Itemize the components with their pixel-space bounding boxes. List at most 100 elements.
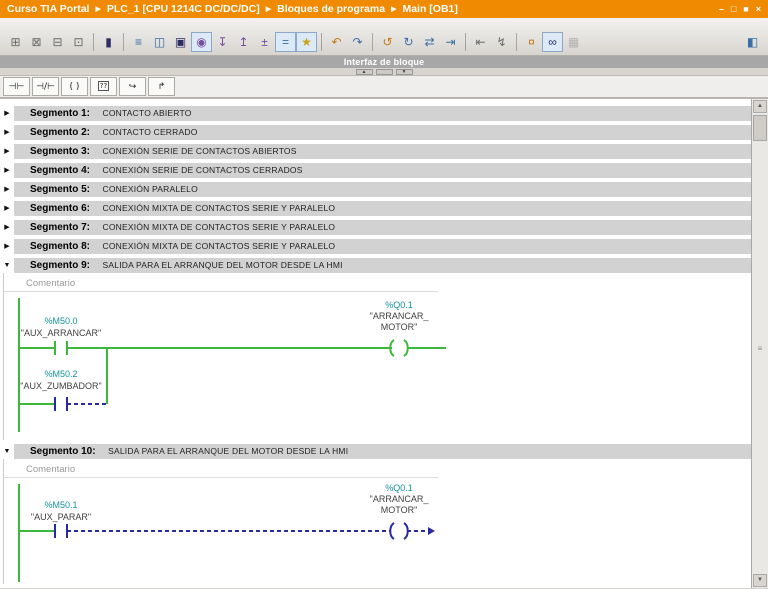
minimize-icon[interactable]: – <box>719 4 724 14</box>
symbol-information-toggle-icon[interactable]: = <box>275 32 296 52</box>
delete-network-icon[interactable]: ⊠ <box>26 32 47 52</box>
collapse-triangle-icon[interactable]: ▼ <box>0 444 14 459</box>
segment-title[interactable]: CONEXIÓN PARALELO <box>103 184 198 194</box>
consistency-check-icon[interactable]: ⇥ <box>440 32 461 52</box>
scrollbar-grip[interactable]: ≡ <box>752 345 768 353</box>
coil-paren[interactable] <box>389 339 395 357</box>
no-contact-icon[interactable]: ⊣⊢ <box>3 77 30 96</box>
segment-header-4[interactable]: Segmento 4: CONEXIÓN SERIE DE CONTACTOS … <box>14 163 751 178</box>
go-to-definition-icon[interactable]: ⇤ <box>470 32 491 52</box>
segment-title[interactable]: CONTACTO ABIERTO <box>103 108 192 118</box>
favorites-bar: ⊣⊢ ⊣/⊢ ( ) ?? ↪ ↱ <box>0 76 768 99</box>
operand-address[interactable]: %M50.1 <box>44 500 77 510</box>
segment-title[interactable]: SALIDA PARA EL ARRANQUE DEL MOTOR DESDE … <box>103 260 343 270</box>
expand-triangle-icon[interactable]: ▶ <box>0 182 14 197</box>
expand-ladder-down-icon[interactable]: ↧ <box>212 32 233 52</box>
breadcrumb-project[interactable]: Curso TIA Portal <box>7 3 89 15</box>
operand-tag[interactable]: "ARRANCAR_ <box>370 311 430 321</box>
splitter-down-icon[interactable]: ▼ <box>395 68 413 75</box>
breadcrumb-plc[interactable]: PLC_1 [CPU 1214C DC/DC/DC] <box>107 3 260 15</box>
collapse-ladder-up-icon[interactable]: ↥ <box>233 32 254 52</box>
segment-header-7[interactable]: Segmento 7: CONEXIÓN MIXTA DE CONTACTOS … <box>14 220 751 235</box>
open-all-networks-icon[interactable]: ◫ <box>149 32 170 52</box>
expand-triangle-icon[interactable]: ▶ <box>0 144 14 159</box>
insert-row-icon[interactable]: ⊟ <box>47 32 68 52</box>
close-all-networks-icon[interactable]: ▣ <box>170 32 191 52</box>
block-interface-bar[interactable]: Interfaz de bloque <box>0 56 768 68</box>
segment-title[interactable]: CONEXIÓN MIXTA DE CONTACTOS SERIE Y PARA… <box>103 241 336 251</box>
splitter-grip[interactable] <box>375 68 393 75</box>
segment-header-8[interactable]: Segmento 8: CONEXIÓN MIXTA DE CONTACTOS … <box>14 239 751 254</box>
segment-header-3[interactable]: Segmento 3: CONEXIÓN SERIE DE CONTACTOS … <box>14 144 751 159</box>
segment-title[interactable]: CONTACTO CERRADO <box>103 127 198 137</box>
nc-contact-icon[interactable]: ⊣/⊢ <box>32 77 59 96</box>
go-to-next-error-icon[interactable]: ↻ <box>398 32 419 52</box>
expand-triangle-icon[interactable]: ▶ <box>0 239 14 254</box>
redo-icon[interactable]: ↷ <box>347 32 368 52</box>
go-to-usage-icon[interactable]: ↯ <box>491 32 512 52</box>
operand-address[interactable]: %Q0.1 <box>385 300 413 310</box>
operand-address[interactable]: %M50.2 <box>44 369 77 379</box>
scroll-up-icon[interactable]: ▲ <box>753 100 767 113</box>
open-branch-icon[interactable]: ↪ <box>119 77 146 96</box>
operand-tag[interactable]: "AUX_ZUMBADOR" <box>20 381 101 391</box>
segment-title[interactable]: CONEXIÓN SERIE DE CONTACTOS ABIERTOS <box>103 146 297 156</box>
expand-collapse-operands-icon[interactable]: ± <box>254 32 275 52</box>
expand-triangle-icon[interactable]: ▶ <box>0 220 14 235</box>
expand-triangle-icon[interactable]: ▶ <box>0 163 14 178</box>
network-comment-placeholder[interactable]: Comentario <box>4 273 438 292</box>
expand-triangle-icon[interactable]: ▶ <box>0 125 14 140</box>
restore-icon[interactable]: □ <box>731 4 736 14</box>
breadcrumb-main-ob1[interactable]: Main [OB1] <box>402 3 457 15</box>
segment-title[interactable]: CONEXIÓN MIXTA DE CONTACTOS SERIE Y PARA… <box>103 222 336 232</box>
editor-layout-icon[interactable]: ◧ <box>742 32 763 52</box>
segment-header-1[interactable]: Segmento 1: CONTACTO ABIERTO <box>14 106 751 121</box>
segment-header-9[interactable]: Segmento 9: SALIDA PARA EL ARRANQUE DEL … <box>14 258 751 273</box>
insert-block-call-icon[interactable]: ▮ <box>98 32 119 52</box>
empty-box-icon[interactable]: ?? <box>90 77 117 96</box>
insert-network-icon[interactable]: ⊞ <box>5 32 26 52</box>
breadcrumb-program-blocks[interactable]: Bloques de programa <box>277 3 385 15</box>
search-in-block-icon[interactable]: ¤ <box>521 32 542 52</box>
network-comments-toggle-icon[interactable]: ◉ <box>191 32 212 52</box>
operand-address[interactable]: %Q0.1 <box>385 483 413 493</box>
operand-tag[interactable]: "AUX_ARRANCAR" <box>21 328 101 338</box>
segment-number: Segmento 2: <box>30 127 91 138</box>
segment-header-5[interactable]: Segmento 5: CONEXIÓN PARALELO <box>14 182 751 197</box>
segment-header-10[interactable]: Segmento 10: SALIDA PARA EL ARRANQUE DEL… <box>14 444 751 459</box>
monitoring-toggle-icon[interactable]: ∞ <box>542 32 563 52</box>
operand-tag[interactable]: MOTOR" <box>381 505 418 515</box>
scrollbar-thumb[interactable] <box>753 115 767 141</box>
absolute-operands-icon[interactable]: ≡ <box>128 32 149 52</box>
operand-tag[interactable]: "ARRANCAR_ <box>370 494 430 504</box>
go-to-previous-error-icon[interactable]: ↺ <box>377 32 398 52</box>
collapse-triangle-icon[interactable]: ▼ <box>0 258 14 273</box>
interface-splitter[interactable]: ▲ ▼ <box>0 68 768 76</box>
expand-triangle-icon[interactable]: ▶ <box>0 106 14 121</box>
close-icon[interactable]: × <box>756 4 761 14</box>
operand-address[interactable]: %M50.0 <box>44 316 77 326</box>
scroll-down-icon[interactable]: ▼ <box>753 574 767 587</box>
vertical-scrollbar[interactable]: ▲ ≡ ▼ <box>751 99 768 588</box>
segment-header-2[interactable]: Segmento 2: CONTACTO CERRADO <box>14 125 751 140</box>
segment-row-7: ▶ Segmento 7: CONEXIÓN MIXTA DE CONTACTO… <box>0 220 751 235</box>
insert-column-icon[interactable]: ⊡ <box>68 32 89 52</box>
expand-triangle-icon[interactable]: ▶ <box>0 201 14 216</box>
segment-title[interactable]: SALIDA PARA EL ARRANQUE DEL MOTOR DESDE … <box>108 446 348 456</box>
segment-header-6[interactable]: Segmento 6: CONEXIÓN MIXTA DE CONTACTOS … <box>14 201 751 216</box>
favorites-visibility-toggle-icon[interactable]: ★ <box>296 32 317 52</box>
network-comment-placeholder[interactable]: Comentario <box>4 459 438 478</box>
title-bar: Curso TIA Portal ▶ PLC_1 [CPU 1214C DC/D… <box>0 0 768 18</box>
segment-title[interactable]: CONEXIÓN MIXTA DE CONTACTOS SERIE Y PARA… <box>103 203 336 213</box>
maximize-icon[interactable]: ■ <box>743 4 748 14</box>
splitter-up-icon[interactable]: ▲ <box>355 68 373 75</box>
operand-tag[interactable]: MOTOR" <box>381 322 418 332</box>
segment-title[interactable]: CONEXIÓN SERIE DE CONTACTOS CERRADOS <box>103 165 303 175</box>
undo-icon[interactable]: ↶ <box>326 32 347 52</box>
close-branch-icon[interactable]: ↱ <box>148 77 175 96</box>
window-controls: – □ ■ × <box>719 4 761 14</box>
operand-tag[interactable]: "AUX_PARAR" <box>31 512 91 522</box>
coil-paren-incomplete[interactable] <box>389 522 395 540</box>
update-block-calls-icon[interactable]: ⇄ <box>419 32 440 52</box>
coil-icon[interactable]: ( ) <box>61 77 88 96</box>
